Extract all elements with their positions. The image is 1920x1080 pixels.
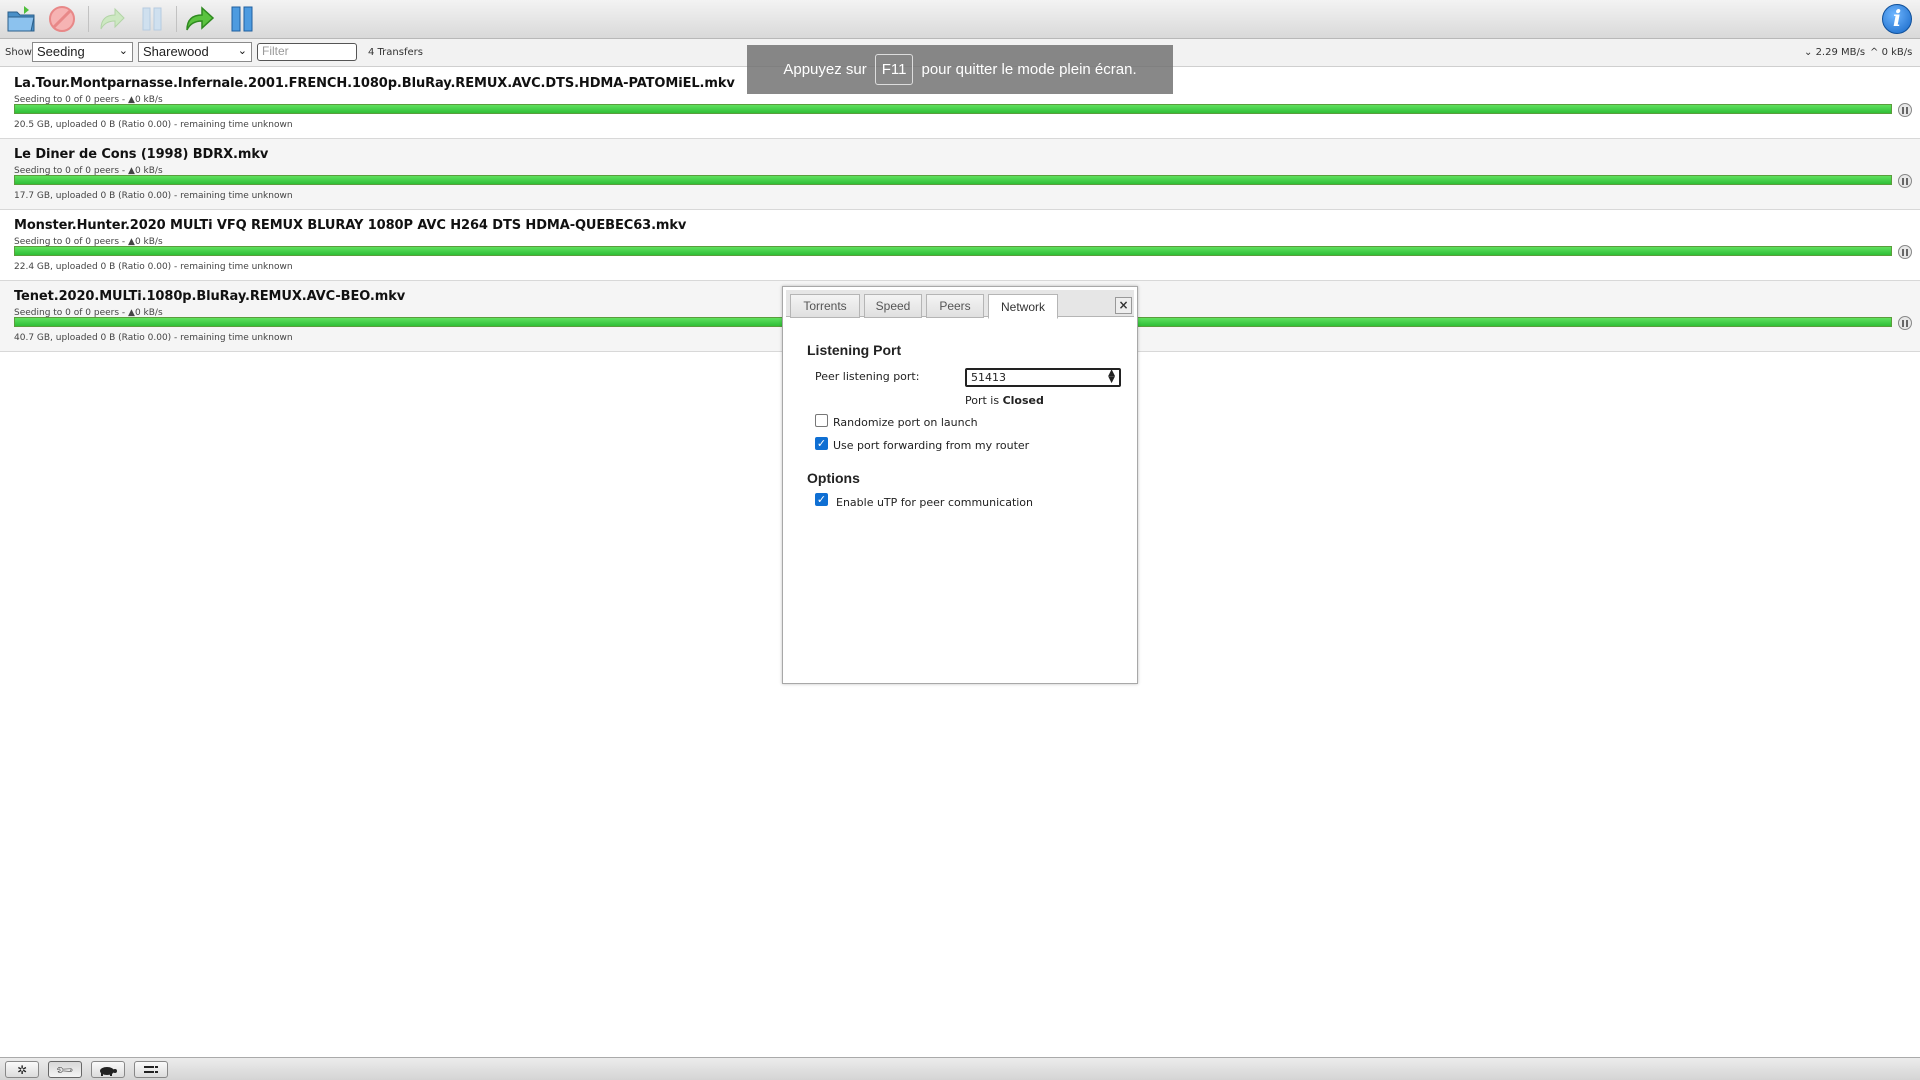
gear-icon: ✲ <box>16 1062 28 1077</box>
resume-all-button[interactable] <box>182 3 218 35</box>
open-torrent-button[interactable] <box>4 3 40 35</box>
torrent-progress-bar <box>14 246 1892 256</box>
pause-all-button[interactable] <box>224 3 260 35</box>
arrow-down-icon: ⌄ <box>1804 47 1816 58</box>
progress-fill <box>15 176 1891 184</box>
pause-icon <box>1902 248 1908 256</box>
peer-port-label: Peer listening port: <box>815 370 920 383</box>
torrent-progress-details: 17.7 GB, uploaded 0 B (Ratio 0.00) - rem… <box>14 191 293 201</box>
checkmark-icon: ✓ <box>816 493 827 506</box>
compact-view-button[interactable] <box>134 1061 168 1078</box>
torrent-progress-details: 22.4 GB, uploaded 0 B (Ratio 0.00) - rem… <box>14 262 293 272</box>
download-speed: ⌄ 2.29 MB/s <box>1804 47 1865 58</box>
pause-icon <box>1902 177 1908 185</box>
filter-placeholder: Filter <box>262 44 289 58</box>
pause-icon <box>1902 106 1908 114</box>
listening-port-heading: Listening Port <box>807 342 902 358</box>
tab-torrents[interactable]: Torrents <box>790 294 860 318</box>
pause-torrent-button[interactable] <box>1898 245 1912 259</box>
toolbar-divider <box>176 6 177 32</box>
port-status-prefix: Port is <box>965 394 1000 407</box>
show-label: Show <box>5 47 32 58</box>
preferences-tabs: Torrents Speed Peers Network <box>786 290 1134 319</box>
wrench-icon: 🔧︎ <box>54 1059 76 1080</box>
resume-selected-icon <box>100 7 125 30</box>
upload-speed: ^ 0 kB/s <box>1870 47 1912 58</box>
torrent-row[interactable]: Monster.Hunter.2020 MULTi VFQ REMUX BLUR… <box>0 210 1920 281</box>
tab-speed[interactable]: Speed <box>864 294 922 318</box>
close-icon: × <box>1118 298 1129 312</box>
filter-input[interactable]: Filter <box>257 43 357 61</box>
peer-port-input[interactable]: 51413 ▲ ▼ <box>965 368 1121 387</box>
fullscreen-toast: Appuyez sur F11 pour quitter le mode ple… <box>747 45 1173 94</box>
options-heading: Options <box>807 470 860 486</box>
port-status-value: Closed <box>1002 394 1044 407</box>
port-forwarding-label: Use port forwarding from my router <box>833 439 1030 452</box>
upload-speed-value: 0 kB/s <box>1881 47 1913 58</box>
settings-button[interactable]: ✲ <box>5 1061 39 1078</box>
pause-torrent-button[interactable] <box>1898 316 1912 330</box>
close-dialog-button[interactable]: × <box>1115 297 1132 314</box>
toast-suffix: pour quitter le mode plein écran. <box>921 61 1137 78</box>
state-filter-select[interactable]: Seeding ⌄ <box>32 42 133 62</box>
toolbar-divider <box>88 6 89 32</box>
utp-checkbox[interactable]: ✓ <box>815 493 828 506</box>
pause-torrent-button[interactable] <box>1898 103 1912 117</box>
torrent-name: La.Tour.Montparnasse.Infernale.2001.FREN… <box>14 76 735 91</box>
turtle-mode-button[interactable] <box>91 1061 125 1078</box>
transfers-count: 4 Transfers <box>368 47 423 58</box>
pause-selected-icon <box>142 7 162 31</box>
pause-torrent-button[interactable] <box>1898 174 1912 188</box>
torrent-progress-bar <box>14 175 1892 185</box>
open-folder-icon <box>7 6 35 32</box>
remove-torrent-button[interactable] <box>44 3 80 35</box>
f11-key: F11 <box>874 54 914 85</box>
tracker-filter-value: Sharewood <box>143 44 209 59</box>
bottom-bar: ✲ 🔧︎ <box>0 1057 1920 1080</box>
chevron-down-icon: ⌄ <box>118 45 128 57</box>
pause-all-icon <box>231 6 253 32</box>
torrent-name: Monster.Hunter.2020 MULTi VFQ REMUX BLUR… <box>14 218 687 233</box>
toast-prefix: Appuyez sur <box>783 61 867 78</box>
torrent-progress-details: 40.7 GB, uploaded 0 B (Ratio 0.00) - rem… <box>14 333 293 343</box>
port-forwarding-checkbox[interactable]: ✓ <box>815 437 828 450</box>
checkmark-icon: ✓ <box>816 437 827 450</box>
about-button[interactable]: i <box>1882 4 1912 34</box>
preferences-dialog: Torrents Speed Peers Network × Listening… <box>782 286 1138 684</box>
info-icon: i <box>1892 6 1902 32</box>
torrent-name: Tenet.2020.MULTi.1080p.BluRay.REMUX.AVC-… <box>14 289 406 304</box>
spinner-arrows-icon: ▲ ▼ <box>1108 368 1115 385</box>
torrent-progress-bar <box>14 104 1892 114</box>
turtle-icon <box>100 1066 117 1076</box>
compact-view-icon <box>144 1065 158 1073</box>
randomize-port-label: Randomize port on launch <box>833 416 978 429</box>
port-status: Port is Closed <box>965 394 1044 407</box>
toolbar: i <box>0 0 1920 39</box>
remove-icon <box>49 6 75 32</box>
tab-peers[interactable]: Peers <box>926 294 984 318</box>
peer-port-value: 51413 <box>971 371 1006 384</box>
pause-icon <box>1902 319 1908 327</box>
resume-all-icon <box>186 6 215 31</box>
progress-fill <box>15 105 1891 113</box>
tab-network[interactable]: Network <box>988 294 1058 319</box>
torrent-progress-details: 20.5 GB, uploaded 0 B (Ratio 0.00) - rem… <box>14 120 293 130</box>
resume-selected-button[interactable] <box>94 3 130 35</box>
download-speed-value: 2.29 MB/s <box>1815 47 1866 58</box>
arrow-up-icon: ^ <box>1870 47 1882 58</box>
torrent-name: Le Diner de Cons (1998) BDRX.mkv <box>14 147 269 162</box>
tracker-filter-select[interactable]: Sharewood ⌄ <box>138 42 252 62</box>
progress-fill <box>15 247 1891 255</box>
torrent-row[interactable]: Le Diner de Cons (1998) BDRX.mkv Seeding… <box>0 139 1920 210</box>
state-filter-value: Seeding <box>37 44 85 59</box>
preferences-button[interactable]: 🔧︎ <box>48 1059 82 1080</box>
randomize-port-checkbox[interactable] <box>815 414 828 427</box>
utp-label: Enable uTP for peer communication <box>836 496 1034 509</box>
pause-selected-button[interactable] <box>134 3 170 35</box>
chevron-down-icon: ⌄ <box>237 45 247 57</box>
